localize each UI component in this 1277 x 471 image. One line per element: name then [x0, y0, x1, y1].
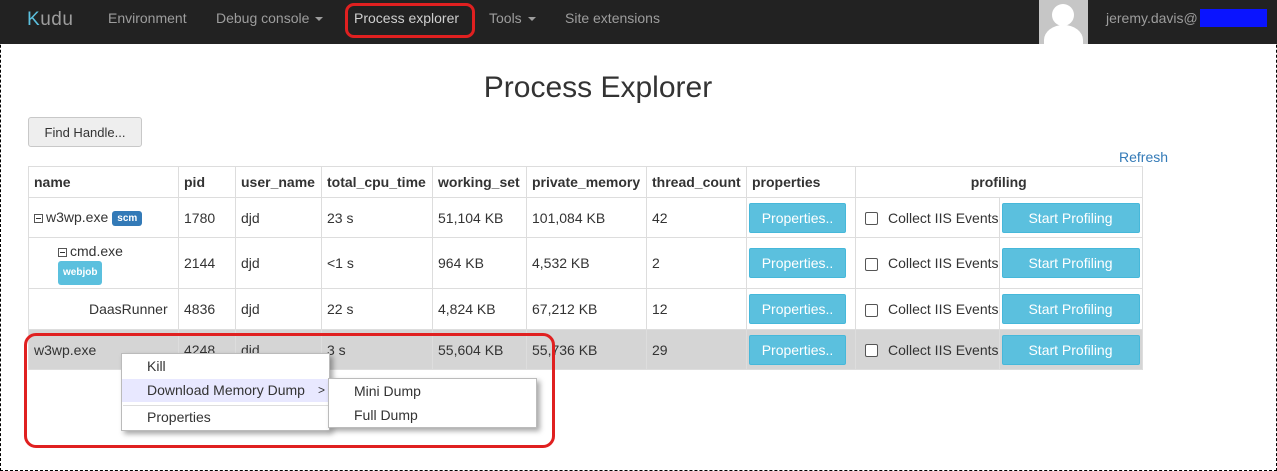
working-set-cell: 964 KB	[432, 237, 527, 289]
header-properties: properties	[746, 166, 856, 198]
header-total-cpu-time: total_cpu_time	[321, 166, 433, 198]
nav-environment[interactable]: Environment	[108, 10, 187, 26]
find-handle-button[interactable]: Find Handle...	[28, 117, 142, 147]
table-row[interactable]: w3wp.exe scm 1780 djd 23 s 51,104 KB 101,…	[28, 197, 1143, 238]
collapse-icon[interactable]	[58, 247, 67, 257]
nav-tools[interactable]: Tools	[489, 10, 536, 26]
webjob-badge: webjob	[58, 261, 103, 285]
cpu-cell: 23 s	[321, 197, 433, 238]
cpu-cell: <1 s	[321, 237, 433, 289]
collect-iis-checkbox[interactable]	[865, 344, 878, 358]
properties-button[interactable]: Properties..	[749, 202, 846, 233]
thread-count-cell: 2	[646, 237, 747, 289]
header-working-set: working_set	[432, 166, 527, 198]
process-name-cell: cmd.exe webjob	[28, 237, 179, 289]
start-profiling-button[interactable]: Start Profiling	[1001, 248, 1140, 278]
thread-count-cell: 29	[646, 329, 747, 370]
process-name: w3wp.exe	[46, 209, 109, 226]
scm-badge: scm	[112, 210, 143, 226]
pid-cell: 2144	[178, 237, 236, 289]
collapse-icon[interactable]	[34, 213, 43, 223]
page-title: Process Explorer	[483, 71, 713, 104]
properties-button[interactable]: Properties..	[749, 334, 846, 365]
pid-cell: 1780	[178, 197, 236, 238]
start-profiling-button[interactable]: Start Profiling	[1001, 334, 1140, 365]
profiling-cell: Start Profiling	[998, 237, 1143, 289]
table-row[interactable]: cmd.exe webjob 2144 djd <1 s 964 KB 4,532…	[28, 237, 1143, 289]
collect-iis-cell: Collect IIS Events	[855, 237, 1000, 289]
nav-site-extensions[interactable]: Site extensions	[565, 10, 660, 26]
private-memory-cell: 67,212 KB	[526, 288, 647, 330]
start-profiling-button[interactable]: Start Profiling	[1001, 202, 1140, 233]
user-cell: djd	[235, 237, 322, 289]
properties-cell: Properties..	[746, 237, 856, 289]
collect-iis-cell: Collect IIS Events	[855, 329, 1000, 370]
navbar: Kudu Environment Debug console Process e…	[0, 0, 1277, 44]
collect-iis-checkbox[interactable]	[865, 257, 878, 271]
process-name-cell: DaasRunner	[28, 288, 179, 330]
properties-button[interactable]: Properties..	[749, 248, 846, 278]
collect-iis-label[interactable]: Collect IIS Events	[888, 342, 999, 358]
brand-logo[interactable]: Kudu	[27, 9, 73, 31]
collect-iis-checkbox[interactable]	[865, 303, 878, 317]
properties-cell: Properties..	[746, 288, 856, 330]
process-name: DaasRunner	[89, 301, 168, 317]
header-profiling: profiling	[855, 166, 1143, 198]
refresh-link[interactable]: Refresh	[1119, 149, 1168, 165]
chevron-down-icon	[315, 17, 324, 22]
private-memory-cell: 101,084 KB	[526, 197, 647, 238]
profiling-cell: Start Profiling	[998, 288, 1143, 330]
properties-cell: Properties..	[746, 329, 856, 370]
profiling-cell: Start Profiling	[998, 197, 1143, 238]
header-user-name: user_name	[235, 166, 322, 198]
header-name: name	[28, 166, 179, 198]
header-private-memory: private_memory	[526, 166, 647, 198]
private-memory-cell: 4,532 KB	[526, 237, 647, 289]
thread-count-cell: 12	[646, 288, 747, 330]
thread-count-cell: 42	[646, 197, 747, 238]
header-pid: pid	[178, 166, 236, 198]
nav-tools-label: Tools	[489, 10, 522, 26]
header-thread-count: thread_count	[646, 166, 747, 198]
user-cell: djd	[235, 197, 322, 238]
redaction-bar	[1200, 9, 1267, 27]
properties-button[interactable]: Properties..	[749, 294, 846, 324]
working-set-cell: 4,824 KB	[432, 288, 527, 330]
working-set-cell: 51,104 KB	[432, 197, 527, 238]
process-name: cmd.exe	[70, 243, 123, 259]
collect-iis-label[interactable]: Collect IIS Events	[888, 301, 999, 317]
collect-iis-label[interactable]: Collect IIS Events	[888, 255, 999, 271]
profiling-cell: Start Profiling	[998, 329, 1143, 370]
highlight-box-nav	[345, 3, 475, 38]
nav-debug-console-label: Debug console	[216, 10, 310, 26]
highlight-box-context	[24, 333, 555, 448]
collect-iis-cell: Collect IIS Events	[855, 288, 1000, 330]
user-cell: djd	[235, 288, 322, 330]
collect-iis-label[interactable]: Collect IIS Events	[888, 210, 999, 226]
start-profiling-button[interactable]: Start Profiling	[1001, 294, 1140, 324]
collect-iis-checkbox[interactable]	[865, 212, 878, 226]
table-row[interactable]: DaasRunner 4836 djd 22 s 4,824 KB 67,212…	[28, 288, 1143, 330]
user-name[interactable]: jeremy.davis@	[1106, 10, 1198, 26]
avatar[interactable]	[1039, 0, 1088, 44]
cpu-cell: 22 s	[321, 288, 433, 330]
process-name-cell: w3wp.exe scm	[28, 197, 179, 238]
chevron-down-icon	[527, 17, 536, 22]
pid-cell: 4836	[178, 288, 236, 330]
table-header-row: name pid user_name total_cpu_time workin…	[28, 166, 1143, 198]
nav-debug-console[interactable]: Debug console	[216, 10, 324, 26]
properties-cell: Properties..	[746, 197, 856, 238]
collect-iis-cell: Collect IIS Events	[855, 197, 1000, 238]
